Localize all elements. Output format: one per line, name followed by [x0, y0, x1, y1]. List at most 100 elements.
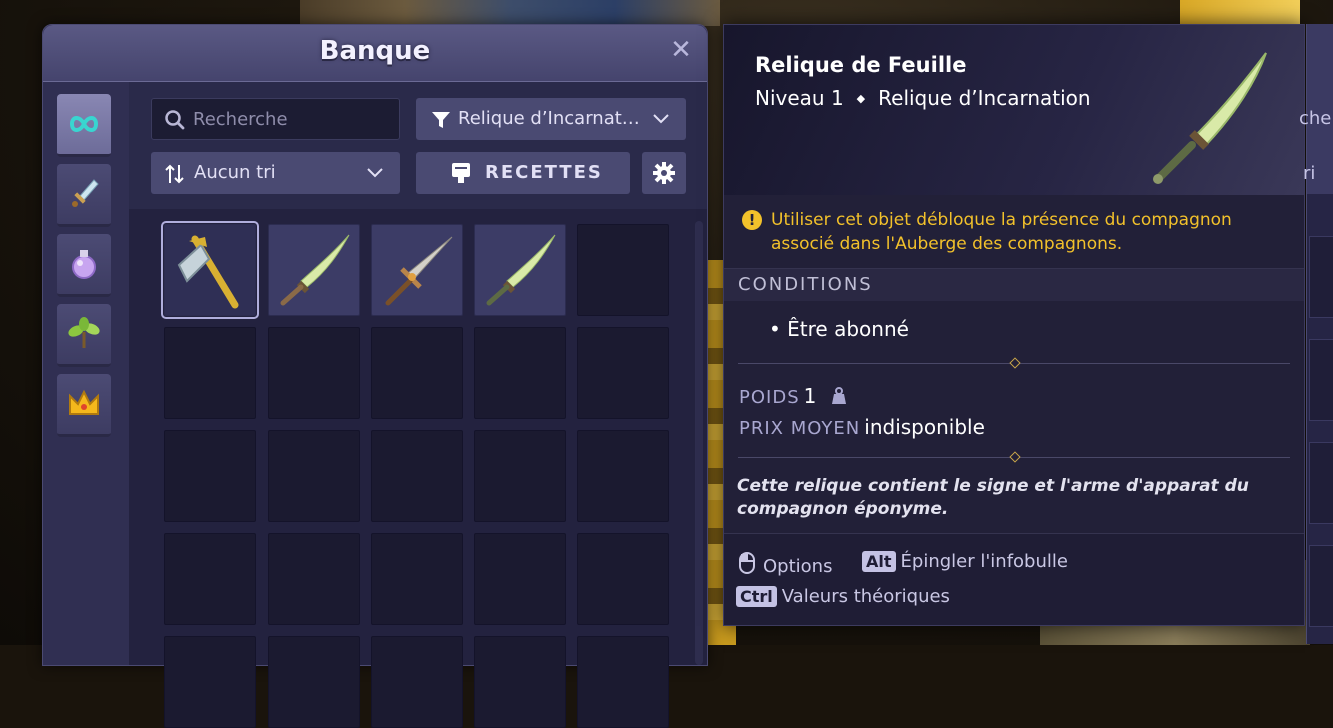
- inventory-slot[interactable]: [474, 636, 566, 728]
- warning-text: Utiliser cet objet débloque la présence …: [771, 210, 1232, 254]
- search-placeholder: Recherche: [193, 109, 288, 130]
- inventory-slot[interactable]: [577, 636, 669, 728]
- chevron-down-icon: [367, 168, 383, 178]
- recipes-label: RECETTES: [485, 162, 603, 183]
- inventory-slot[interactable]: [268, 533, 360, 625]
- item-tooltip: Relique de Feuille Niveau 1 ◆ Relique d’In…: [723, 24, 1305, 626]
- sort-icon: [165, 164, 184, 184]
- adjacent-slot[interactable]: [1309, 545, 1333, 627]
- conditions-header: CONDITIONS: [724, 268, 1304, 301]
- tab-all[interactable]: [57, 94, 111, 157]
- inventory-slot[interactable]: [371, 327, 463, 419]
- bank-content: Recherche Relique d’Incarnat… Aucun tri: [129, 82, 707, 728]
- item-grid: [129, 209, 707, 728]
- tab-consumables[interactable]: [57, 234, 111, 297]
- bank-window: Banque ✕ Recherche Relique d’Incarnat… A…: [42, 24, 708, 728]
- inventory-slot[interactable]: [268, 430, 360, 522]
- filter-label: Relique d’Incarnat…: [458, 108, 640, 129]
- sort-label: Aucun tri: [194, 162, 276, 183]
- inventory-slot[interactable]: [164, 327, 256, 419]
- filter-icon: [432, 112, 450, 128]
- equipment-icon: [72, 179, 99, 207]
- adjacent-slot[interactable]: [1309, 339, 1333, 421]
- filter-dropdown[interactable]: Relique d’Incarnat…: [416, 98, 686, 140]
- inventory-slot[interactable]: [164, 430, 256, 522]
- bank-title: Banque: [319, 36, 431, 66]
- bank-header: Banque ✕: [43, 25, 707, 82]
- background-roof: [1180, 0, 1300, 26]
- chevron-down-icon: [653, 114, 669, 124]
- theoretical-label: Valeurs théoriques: [781, 586, 950, 607]
- leaf-sword-item-icon: [486, 234, 556, 306]
- inventory-slot[interactable]: [371, 224, 463, 316]
- item-level: Niveau 1: [755, 86, 844, 110]
- item-category: Relique d’Incarnation: [878, 86, 1091, 110]
- weight-label: POIDS: [739, 387, 800, 408]
- recipes-button[interactable]: RECETTES: [416, 152, 630, 194]
- close-icon: ✕: [670, 35, 692, 65]
- inventory-slot[interactable]: [161, 221, 259, 319]
- inventory-slot[interactable]: [164, 533, 256, 625]
- category-tabs: [43, 82, 129, 665]
- inventory-slot[interactable]: [474, 533, 566, 625]
- price-value: indisponible: [864, 415, 985, 439]
- item-subtitle: Niveau 1 ◆ Relique d’Incarnation: [755, 86, 1091, 110]
- grid-scrollbar[interactable]: [695, 221, 703, 665]
- adjacent-slot[interactable]: [1309, 442, 1333, 524]
- inventory-slot[interactable]: [474, 327, 566, 419]
- tooltip-footer: Options Alt Épingler l'infobulle Ctrl Vale…: [724, 533, 1304, 625]
- pin-label: Épingler l'infobulle: [900, 551, 1068, 572]
- inventory-slot[interactable]: [371, 533, 463, 625]
- inventory-slot[interactable]: [268, 224, 360, 316]
- inventory-slot[interactable]: [164, 636, 256, 728]
- inventory-slot[interactable]: [268, 327, 360, 419]
- item-name: Relique de Feuille: [755, 53, 967, 77]
- consumables-icon: [72, 250, 96, 279]
- inventory-slot[interactable]: [577, 224, 669, 316]
- adjacent-panel-header: che ri: [1299, 24, 1333, 194]
- inventory-slot[interactable]: [371, 430, 463, 522]
- ctrl-key: Ctrl: [736, 586, 777, 607]
- leaf-sword-item-icon: [1153, 52, 1267, 184]
- inventory-slot[interactable]: [577, 327, 669, 419]
- inventory-slot[interactable]: [474, 430, 566, 522]
- resources-icon: [68, 317, 100, 348]
- settings-button[interactable]: [642, 152, 686, 194]
- item-description: Cette relique contient le signe et l'arm…: [737, 476, 1249, 519]
- pin-hint: Alt Épingler l'infobulle: [862, 551, 1068, 572]
- weight-stat: POIDS 1: [739, 384, 849, 408]
- theoretical-hint: Ctrl Valeurs théoriques: [736, 586, 950, 607]
- background-building: [300, 0, 720, 26]
- weight-icon: [832, 387, 847, 404]
- inventory-slot[interactable]: [577, 533, 669, 625]
- adjacent-search-text: che: [1299, 108, 1332, 129]
- inventory-slot[interactable]: [577, 430, 669, 522]
- separator-dot: ◆: [856, 92, 866, 105]
- price-stat: PRIX MOYEN indisponible: [739, 415, 985, 439]
- search-icon: [165, 110, 185, 130]
- inventory-slot[interactable]: [474, 224, 566, 316]
- unlock-warning: ! Utiliser cet objet débloque la présenc…: [742, 208, 1284, 256]
- all-items-icon: [69, 116, 99, 132]
- price-label: PRIX MOYEN: [739, 418, 861, 439]
- sort-dropdown[interactable]: Aucun tri: [151, 152, 400, 194]
- gear-icon: [653, 162, 675, 184]
- search-input[interactable]: Recherche: [151, 98, 400, 140]
- conditions-label: CONDITIONS: [738, 274, 873, 295]
- inventory-slot[interactable]: [268, 636, 360, 728]
- adjacent-panel: che ri: [1299, 24, 1333, 644]
- adjacent-slot[interactable]: [1309, 236, 1333, 318]
- dagger-item-icon: [385, 236, 453, 306]
- tab-cosmetics[interactable]: [57, 374, 111, 437]
- weight-value: 1: [803, 384, 817, 408]
- tab-equipment[interactable]: [57, 164, 111, 227]
- divider: [738, 451, 1290, 463]
- pickaxe-item-icon: [177, 235, 239, 309]
- condition-item: • Être abonné: [769, 317, 909, 341]
- tab-resources[interactable]: [57, 304, 111, 367]
- close-button[interactable]: ✕: [669, 37, 693, 63]
- tooltip-header: Relique de Feuille Niveau 1 ◆ Relique d’In…: [724, 25, 1304, 195]
- warning-icon: !: [742, 210, 762, 230]
- mouse-icon: [739, 552, 755, 574]
- inventory-slot[interactable]: [371, 636, 463, 728]
